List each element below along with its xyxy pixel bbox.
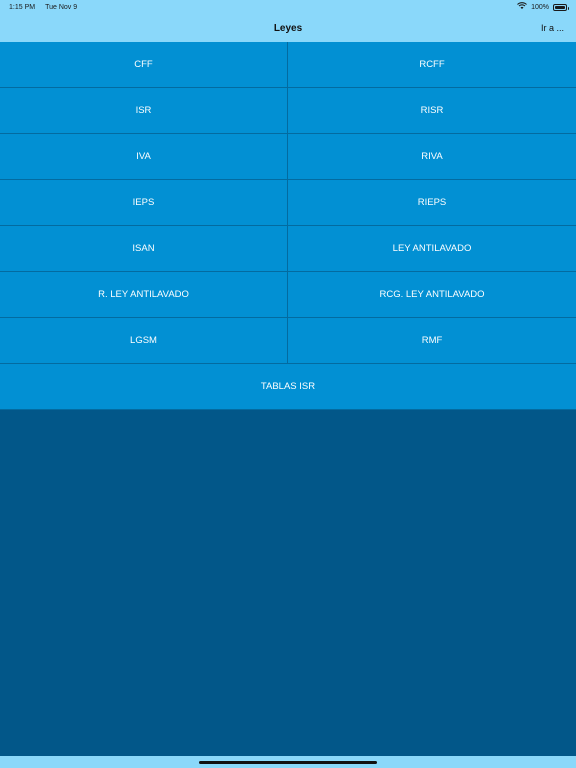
status-bar: 1:15 PM Tue Nov 9 100% — [0, 0, 576, 14]
law-button-iva[interactable]: IVA — [0, 134, 288, 180]
battery-icon — [553, 3, 569, 11]
law-button-riva[interactable]: RIVA — [288, 134, 576, 180]
law-button-risr[interactable]: RISR — [288, 88, 576, 134]
law-button-tablas-isr[interactable]: TABLAS ISR — [0, 364, 576, 410]
home-indicator[interactable] — [199, 761, 377, 764]
law-button-cff[interactable]: CFF — [0, 42, 288, 88]
law-button-rcg-ley-antilavado[interactable]: RCG. LEY ANTILAVADO — [288, 272, 576, 318]
laws-grid: CFF RCFF ISR RISR IVA RIVA IEPS RIEPS IS… — [0, 42, 576, 410]
law-button-r-ley-antilavado[interactable]: R. LEY ANTILAVADO — [0, 272, 288, 318]
law-button-rcff[interactable]: RCFF — [288, 42, 576, 88]
law-button-isan[interactable]: ISAN — [0, 226, 288, 272]
go-to-button[interactable]: Ir a ... — [541, 23, 564, 33]
status-time: 1:15 PM — [9, 3, 36, 11]
status-date: Tue Nov 9 — [45, 3, 78, 11]
law-button-ley-antilavado[interactable]: LEY ANTILAVADO — [288, 226, 576, 272]
law-button-rieps[interactable]: RIEPS — [288, 180, 576, 226]
page-title: Leyes — [273, 22, 303, 34]
wifi-icon — [517, 2, 527, 12]
battery-percent: 100% — [531, 3, 549, 11]
law-button-isr[interactable]: ISR — [0, 88, 288, 134]
law-button-lgsm[interactable]: LGSM — [0, 318, 288, 364]
law-button-rmf[interactable]: RMF — [288, 318, 576, 364]
navigation-bar: Leyes Ir a ... — [0, 14, 576, 42]
law-button-ieps[interactable]: IEPS — [0, 180, 288, 226]
